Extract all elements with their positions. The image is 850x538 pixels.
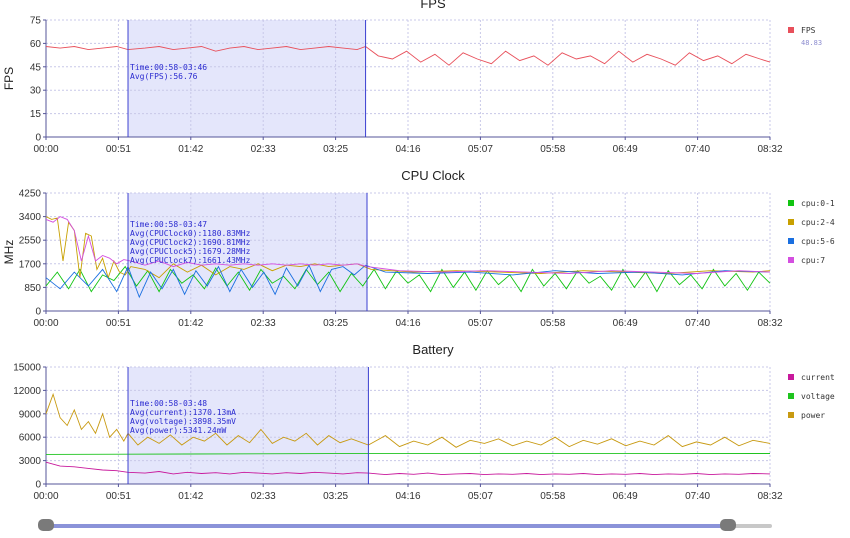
x-tick-label: 05:58 xyxy=(540,491,565,502)
y-tick-label: 60 xyxy=(30,39,42,50)
legend-swatch xyxy=(788,257,794,263)
x-tick-label: 00:51 xyxy=(106,318,131,329)
x-tick-label: 05:07 xyxy=(468,144,493,155)
y-tick-label: 4250 xyxy=(19,189,42,200)
y-tick-label: 0 xyxy=(35,133,41,144)
legend-swatch xyxy=(788,412,794,418)
y-tick-label: 45 xyxy=(30,62,42,73)
chart-0: 0 15 30 45 60 75 00:00 00:51 01:42 02:33 03:25 04:1… xyxy=(2,0,822,155)
selection-annotation: Time:00:58-03:46 xyxy=(130,63,207,72)
legend-label: cpu:7 xyxy=(801,256,825,265)
x-tick-label: 01:42 xyxy=(178,318,203,329)
legend-swatch xyxy=(788,27,794,33)
x-tick-label: 05:58 xyxy=(540,144,565,155)
selection-annotation: Avg(current):1370.13mA xyxy=(130,408,236,417)
x-tick-label: 00:00 xyxy=(33,318,58,329)
y-tick-label: 1700 xyxy=(19,259,42,270)
x-tick-label: 05:07 xyxy=(468,491,493,502)
x-tick-label: 08:32 xyxy=(757,491,782,502)
x-tick-label: 02:33 xyxy=(251,318,276,329)
time-range-slider[interactable] xyxy=(38,519,772,531)
x-tick-label: 04:16 xyxy=(395,491,420,502)
slider-selected-range xyxy=(46,524,729,528)
charts-canvas: 0 15 30 45 60 75 00:00 00:51 01:42 02:33 03:25 04:1… xyxy=(2,0,835,502)
x-tick-label: 06:49 xyxy=(613,491,638,502)
x-tick-label: 08:32 xyxy=(757,144,782,155)
y-axis-label: FPS xyxy=(2,67,16,90)
chart-title: Battery xyxy=(412,342,454,357)
selection-annotation: Time:00:58-03:47 xyxy=(130,220,207,229)
legend-label: current xyxy=(801,373,835,382)
x-tick-label: 04:16 xyxy=(395,318,420,329)
x-tick-label: 00:00 xyxy=(33,144,58,155)
y-tick-label: 850 xyxy=(24,283,41,294)
legend-swatch xyxy=(788,393,794,399)
selection-annotation: Avg(FPS):56.76 xyxy=(130,72,198,81)
x-tick-label: 06:49 xyxy=(613,318,638,329)
chart-1: 0 850 1700 2550 3400 4250 00:00 00:51 01:42 02:33… xyxy=(2,168,835,329)
y-tick-label: 3000 xyxy=(19,456,42,467)
slider-start-handle[interactable] xyxy=(38,519,54,531)
chart-2: 0 3000 6000 9000 12000 15000 00:00 00:51 01:42 02… xyxy=(13,342,835,502)
chart-title: CPU Clock xyxy=(401,168,465,183)
y-tick-label: 3400 xyxy=(19,212,42,223)
selection-annotation: Time:00:58-03:48 xyxy=(130,399,207,408)
y-tick-label: 12000 xyxy=(13,386,41,397)
selection-annotation: Avg(power):5341.24mW xyxy=(130,426,227,435)
legend-swatch xyxy=(788,374,794,380)
legend-label: cpu:2-4 xyxy=(801,218,835,227)
x-tick-label: 03:25 xyxy=(323,144,348,155)
legend-label: power xyxy=(801,411,825,420)
x-tick-label: 03:25 xyxy=(323,491,348,502)
legend-swatch xyxy=(788,219,794,225)
legend-label: cpu:0-1 xyxy=(801,199,835,208)
x-tick-label: 05:07 xyxy=(468,318,493,329)
x-tick-label: 00:51 xyxy=(106,491,131,502)
legend-label: FPS xyxy=(801,26,816,35)
x-tick-label: 04:16 xyxy=(395,144,420,155)
x-tick-label: 00:51 xyxy=(106,144,131,155)
y-tick-label: 2550 xyxy=(19,236,42,247)
y-tick-label: 9000 xyxy=(19,409,42,420)
legend-value: 48.83 xyxy=(801,39,822,47)
x-tick-label: 05:58 xyxy=(540,318,565,329)
chart-title: FPS xyxy=(420,0,446,11)
legend-label: voltage xyxy=(801,392,835,401)
x-tick-label: 01:42 xyxy=(178,144,203,155)
legend-swatch xyxy=(788,200,794,206)
selection-annotation: Avg(CPUClock7):1661.43MHz xyxy=(130,256,251,265)
y-tick-label: 30 xyxy=(30,86,42,97)
y-tick-label: 0 xyxy=(35,307,41,318)
x-tick-label: 07:40 xyxy=(685,491,710,502)
y-tick-label: 0 xyxy=(35,480,41,491)
x-tick-label: 02:33 xyxy=(251,144,276,155)
legend-label: cpu:5-6 xyxy=(801,237,835,246)
x-tick-label: 03:25 xyxy=(323,318,348,329)
slider-end-handle[interactable] xyxy=(720,519,737,531)
y-axis-label: MHz xyxy=(2,240,16,265)
x-tick-label: 07:40 xyxy=(685,318,710,329)
selection-annotation: Avg(CPUClock2):1690.81MHz xyxy=(130,238,251,247)
x-tick-label: 08:32 xyxy=(757,318,782,329)
x-tick-label: 07:40 xyxy=(685,144,710,155)
legend-swatch xyxy=(788,238,794,244)
selection-annotation: Avg(voltage):3898.35mV xyxy=(130,417,236,426)
y-tick-label: 75 xyxy=(30,16,42,27)
x-tick-label: 02:33 xyxy=(251,491,276,502)
x-tick-label: 06:49 xyxy=(613,144,638,155)
x-tick-label: 01:42 xyxy=(178,491,203,502)
y-tick-label: 15000 xyxy=(13,363,41,374)
selection-annotation: Avg(CPUClock5):1679.28MHz xyxy=(130,247,251,256)
selection-annotation: Avg(CPUClock0):1180.83MHz xyxy=(130,229,251,238)
x-tick-label: 00:00 xyxy=(33,491,58,502)
y-tick-label: 6000 xyxy=(19,433,42,444)
y-tick-label: 15 xyxy=(30,109,42,120)
